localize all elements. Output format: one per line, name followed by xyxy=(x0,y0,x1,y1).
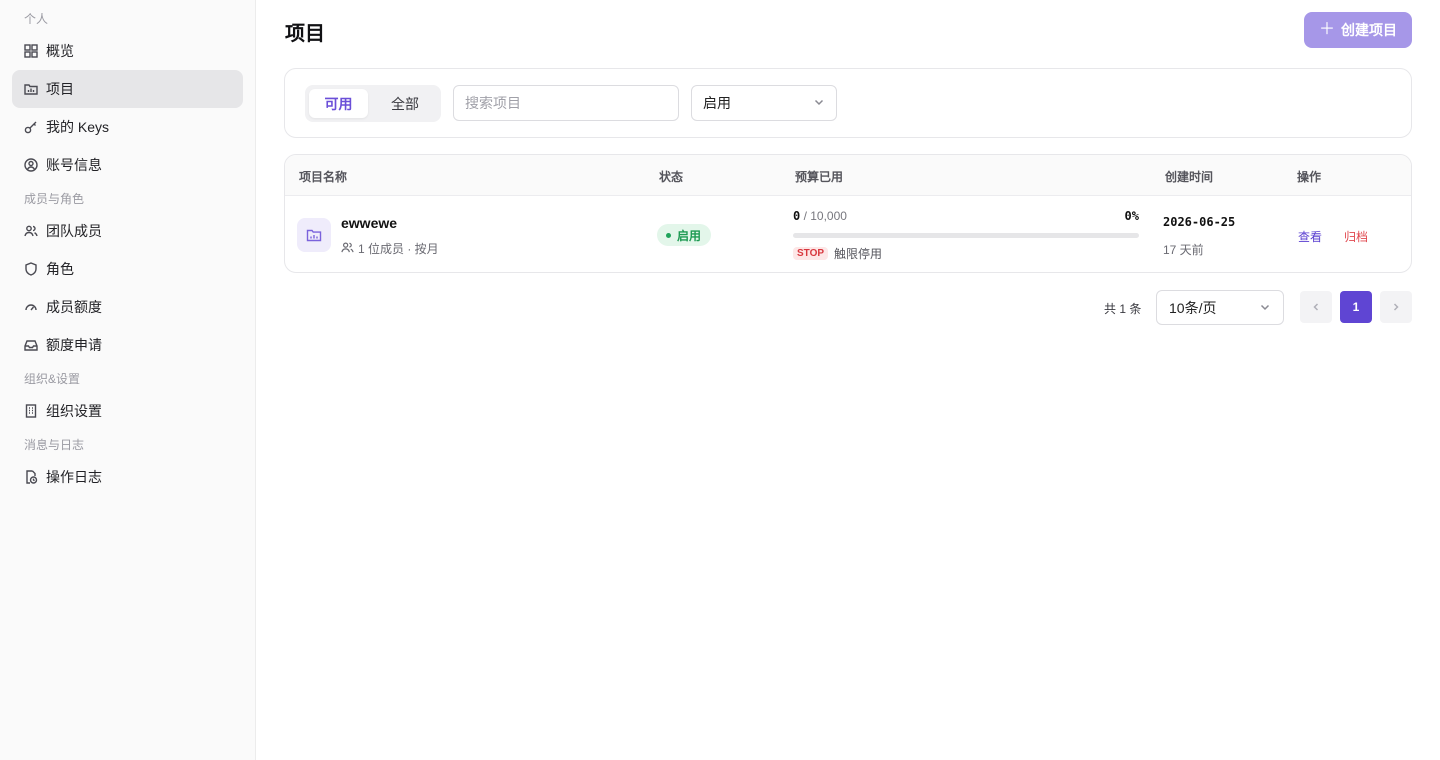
status-select[interactable]: 启用 xyxy=(691,85,837,121)
sidebar-item-member-quota[interactable]: 成员额度 xyxy=(12,288,243,326)
grid-icon xyxy=(24,44,38,58)
column-header-budget: 预算已用 xyxy=(795,170,844,184)
sidebar-group-members: 成员与角色 xyxy=(24,192,85,206)
building-icon xyxy=(24,404,38,418)
sidebar-group-logs: 消息与日志 xyxy=(24,438,85,452)
sidebar-item-team-members[interactable]: 团队成员 xyxy=(12,212,243,250)
chevron-left-icon xyxy=(1313,303,1319,311)
sidebar-item-label: 额度申请 xyxy=(46,337,102,353)
create-project-button[interactable]: ＋ 创建项目 xyxy=(1304,12,1412,48)
page-title: 项目 xyxy=(285,23,325,45)
sidebar-group-org: 组织&设置 xyxy=(24,372,81,386)
table-row: ewwewe 1 位成员 · 按月 启用 0 / 10,000 0% STOP … xyxy=(285,196,1411,272)
sidebar-group-personal: 个人 xyxy=(24,12,49,26)
sidebar-item-projects[interactable]: 项目 xyxy=(12,70,243,108)
sidebar-item-label: 成员额度 xyxy=(46,299,102,315)
folder-chart-icon xyxy=(297,218,331,252)
pagination-total: 共 1 条 xyxy=(1104,302,1142,316)
stop-policy-text: 触限停用 xyxy=(834,247,883,261)
created-date: 2026-06-25 xyxy=(1163,215,1236,229)
stop-badge: STOP xyxy=(793,247,829,260)
project-meta: 1 位成员 · 按月 xyxy=(341,240,439,257)
budget-progress-bar xyxy=(793,233,1139,238)
column-header-name: 项目名称 xyxy=(299,170,348,184)
sidebar-item-account[interactable]: 账号信息 xyxy=(12,146,243,184)
search-input[interactable] xyxy=(453,85,679,121)
sidebar-item-label: 概览 xyxy=(46,43,74,59)
project-name[interactable]: ewwewe xyxy=(341,215,397,231)
column-header-status: 状态 xyxy=(659,170,684,184)
inbox-icon xyxy=(24,338,38,352)
status-badge: 启用 xyxy=(657,224,712,246)
chevron-down-icon xyxy=(813,95,825,111)
budget-summary: 0 / 10,000 0% xyxy=(793,209,1139,223)
status-select-value: 启用 xyxy=(703,95,731,111)
shield-icon xyxy=(24,262,38,276)
user-circle-icon xyxy=(24,158,38,172)
status-dot xyxy=(666,232,671,238)
tab-all[interactable]: 全部 xyxy=(373,89,437,118)
sidebar-item-label: 角色 xyxy=(46,261,74,277)
sidebar-item-org-settings[interactable]: 组织设置 xyxy=(12,392,243,430)
sidebar-item-label: 操作日志 xyxy=(46,469,102,485)
sidebar-item-overview[interactable]: 概览 xyxy=(12,32,243,70)
sidebar-item-label: 组织设置 xyxy=(46,403,102,419)
prev-page-button[interactable] xyxy=(1300,291,1332,323)
main-content: 项目 ＋ 创建项目 可用 全部 启用 项目名称 状态 预算已用 创建时间 操作 … xyxy=(256,0,1440,760)
page-button-current[interactable]: 1 xyxy=(1340,291,1372,323)
users-icon xyxy=(24,224,38,238)
budget-percent: 0% xyxy=(1124,209,1139,223)
created-relative: 17 天前 xyxy=(1163,243,1204,257)
chevron-down-icon xyxy=(1259,300,1271,316)
column-header-actions: 操作 xyxy=(1297,170,1322,184)
plus-icon: ＋ xyxy=(1318,21,1335,38)
page-size-value: 10条/页 xyxy=(1169,299,1217,316)
gauge-icon xyxy=(24,300,38,314)
next-page-button[interactable] xyxy=(1380,291,1412,323)
sidebar-item-roles[interactable]: 角色 xyxy=(12,250,243,288)
budget-used: 0 xyxy=(793,209,801,223)
sidebar-item-label: 项目 xyxy=(46,81,74,97)
create-project-label: 创建项目 xyxy=(1341,22,1397,38)
status-label: 启用 xyxy=(677,228,702,243)
table-header: 项目名称 状态 预算已用 创建时间 操作 xyxy=(285,155,1411,196)
sidebar-item-label: 账号信息 xyxy=(46,157,102,173)
file-clock-icon xyxy=(24,470,38,484)
folder-chart-icon xyxy=(24,82,38,96)
page-size-select[interactable]: 10条/页 xyxy=(1156,290,1284,325)
key-icon xyxy=(24,120,38,134)
budget-stop-policy: STOP 触限停用 xyxy=(793,245,882,262)
column-header-created: 创建时间 xyxy=(1165,170,1214,184)
sidebar-item-quota-request[interactable]: 额度申请 xyxy=(12,326,243,364)
availability-segmented-control: 可用 全部 xyxy=(305,85,441,122)
filter-bar: 可用 全部 启用 xyxy=(284,68,1412,138)
sidebar: 个人 概览 项目 我的 Keys 账号信息 成员与角色 团队成员 角色 成员额度… xyxy=(0,0,256,760)
view-link[interactable]: 查看 xyxy=(1298,228,1322,245)
sidebar-item-label: 我的 Keys xyxy=(46,119,110,135)
users-icon xyxy=(341,241,354,257)
sidebar-item-my-keys[interactable]: 我的 Keys xyxy=(12,108,243,146)
sidebar-item-label: 团队成员 xyxy=(46,223,102,239)
projects-table: 项目名称 状态 预算已用 创建时间 操作 ewwewe 1 位成员 · 按月 启… xyxy=(284,154,1412,273)
project-meta-text: 1 位成员 · 按月 xyxy=(358,242,439,256)
sidebar-item-audit-log[interactable]: 操作日志 xyxy=(12,458,243,496)
chevron-right-icon xyxy=(1393,303,1399,311)
budget-total: / 10,000 xyxy=(803,209,847,223)
archive-link[interactable]: 归档 xyxy=(1344,228,1368,245)
tab-available[interactable]: 可用 xyxy=(309,89,368,118)
